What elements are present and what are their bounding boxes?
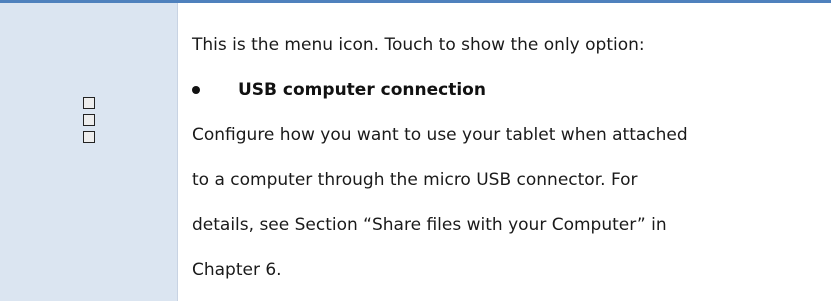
menu-icon-square-1 — [83, 97, 95, 109]
icon-cell — [0, 3, 177, 301]
description-line: to a computer through the micro USB conn… — [192, 170, 638, 190]
option-label: USB computer connection — [238, 80, 486, 100]
description-line: Configure how you want to use your table… — [192, 125, 688, 145]
description-cell: This is the menu icon. Touch to show the… — [177, 3, 831, 301]
menu-icon-square-2 — [83, 114, 95, 126]
description-line: Chapter 6. — [192, 260, 282, 280]
bullet-icon — [192, 86, 200, 94]
description-line: details, see Section “Share files with y… — [192, 215, 667, 235]
icon-description-row: This is the menu icon. Touch to show the… — [0, 3, 831, 301]
menu-icon-square-3 — [83, 131, 95, 143]
menu-icon — [83, 97, 95, 143]
intro-text: This is the menu icon. Touch to show the… — [192, 35, 645, 55]
